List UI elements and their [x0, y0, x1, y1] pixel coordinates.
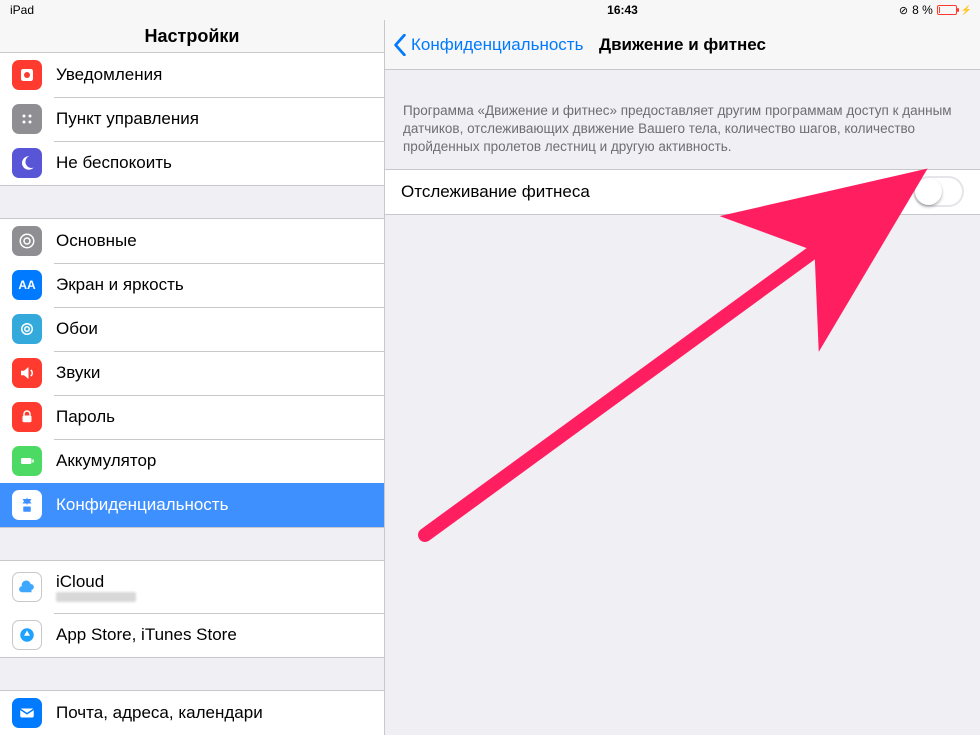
notifications-icon	[12, 60, 42, 90]
appstore-icon	[12, 620, 42, 650]
sidebar-item-label: Почта, адреса, календари	[56, 703, 263, 723]
sidebar-item-notifications[interactable]: Уведомления	[0, 53, 384, 97]
charging-icon: ⚡	[961, 5, 972, 16]
sidebar-item-label: iCloud	[56, 572, 136, 592]
detail-header: Конфиденциальность Движение и фитнес	[385, 20, 980, 70]
fitness-tracking-toggle[interactable]	[913, 176, 964, 207]
sidebar-item-wallpaper[interactable]: Обои	[0, 307, 384, 351]
fitness-tracking-label: Отслеживание фитнеса	[401, 182, 590, 202]
orientation-lock-icon: ⊘	[899, 4, 908, 17]
sidebar-item-dnd[interactable]: Не беспокоить	[0, 141, 384, 185]
sidebar-item-label: Звуки	[56, 363, 100, 383]
settings-sidebar: Настройки Уведомления Пункт управления Н…	[0, 20, 385, 735]
sidebar-item-icloud[interactable]: iCloud	[0, 561, 384, 613]
icloud-icon	[12, 572, 42, 602]
passcode-icon	[12, 402, 42, 432]
fitness-tracking-row: Отслеживание фитнеса	[385, 169, 980, 215]
sidebar-item-label: Пароль	[56, 407, 115, 427]
chevron-left-icon	[393, 34, 407, 56]
sidebar-item-privacy[interactable]: Конфиденциальность	[0, 483, 384, 527]
sidebar-item-control-center[interactable]: Пункт управления	[0, 97, 384, 141]
sidebar-item-label: App Store, iTunes Store	[56, 625, 237, 645]
toggle-knob	[915, 178, 942, 205]
sidebar-item-appstore[interactable]: App Store, iTunes Store	[0, 613, 384, 657]
back-label: Конфиденциальность	[411, 35, 583, 55]
sidebar-item-display[interactable]: AA Экран и яркость	[0, 263, 384, 307]
status-bar: iPad 16:43 ⊘ 8 % ⚡	[0, 0, 980, 20]
sidebar-item-sounds[interactable]: Звуки	[0, 351, 384, 395]
sidebar-item-label: Конфиденциальность	[56, 495, 228, 515]
annotation-arrow	[395, 165, 945, 565]
battery-percent: 8 %	[912, 3, 933, 17]
general-icon	[12, 226, 42, 256]
wallpaper-icon	[12, 314, 42, 344]
sidebar-item-battery[interactable]: Аккумулятор	[0, 439, 384, 483]
back-button[interactable]: Конфиденциальность	[385, 34, 583, 56]
sidebar-item-general[interactable]: Основные	[0, 219, 384, 263]
status-device: iPad	[8, 3, 393, 17]
status-time: 16:43	[393, 3, 852, 17]
icloud-account-redacted	[56, 592, 136, 602]
sidebar-item-passcode[interactable]: Пароль	[0, 395, 384, 439]
status-right: ⊘ 8 % ⚡	[852, 3, 972, 17]
battery-settings-icon	[12, 446, 42, 476]
battery-icon	[937, 5, 957, 15]
sidebar-item-label: Основные	[56, 231, 137, 251]
section-description: Программа «Движение и фитнес» предоставл…	[385, 70, 980, 169]
privacy-icon	[12, 490, 42, 520]
sidebar-item-label: Обои	[56, 319, 98, 339]
sidebar-item-label: Аккумулятор	[56, 451, 156, 471]
display-icon: AA	[12, 270, 42, 300]
control-center-icon	[12, 104, 42, 134]
sidebar-item-label: Не беспокоить	[56, 153, 172, 173]
sidebar-item-mail[interactable]: Почта, адреса, календари	[0, 691, 384, 735]
detail-pane: Конфиденциальность Движение и фитнес Про…	[385, 20, 980, 735]
sidebar-item-label: Экран и яркость	[56, 275, 184, 295]
sidebar-title: Настройки	[0, 20, 384, 53]
mail-icon	[12, 698, 42, 728]
sounds-icon	[12, 358, 42, 388]
sidebar-item-label: Пункт управления	[56, 109, 199, 129]
sidebar-item-label: Уведомления	[56, 65, 162, 85]
dnd-icon	[12, 148, 42, 178]
